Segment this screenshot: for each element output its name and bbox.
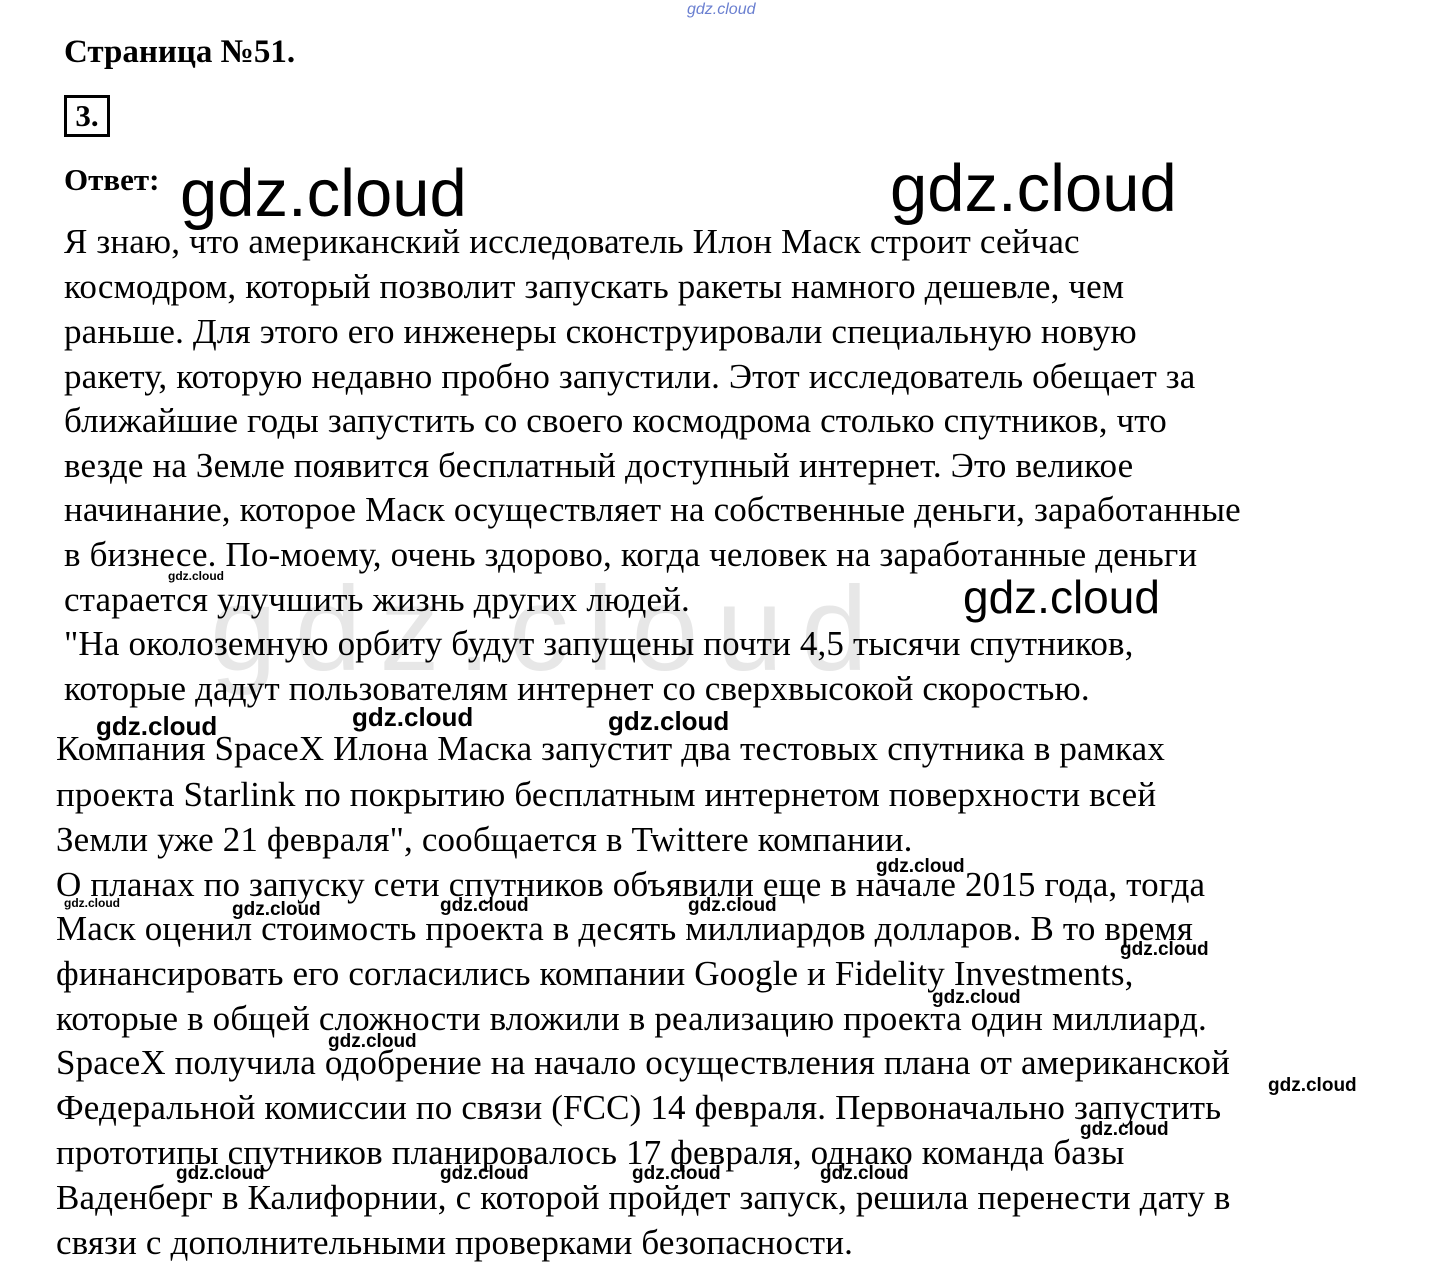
page-title: Страница №51. bbox=[64, 34, 296, 70]
watermark: gdz.cloud bbox=[328, 1031, 417, 1052]
watermark: gdz.cloud bbox=[632, 1163, 721, 1184]
watermark: gdz.cloud bbox=[963, 571, 1160, 623]
watermark: gdz.cloud bbox=[352, 702, 474, 732]
body-line: SpaceX получила одобрение на начало осущ… bbox=[56, 1043, 1231, 1082]
body-line: раньше. Для этого его инженеры сконструи… bbox=[64, 312, 1137, 351]
body-line: ближайшие годы запустить со своего космо… bbox=[64, 401, 1167, 440]
body-line: которые в общей сложности вложили в реал… bbox=[56, 999, 1207, 1038]
body-line: О планах по запуску сети спутников объяв… bbox=[56, 865, 1206, 904]
body-line: Маск оценил стоимость проекта в десять м… bbox=[56, 909, 1193, 948]
watermark: gdz.cloud bbox=[688, 895, 777, 916]
body-line: ракету, которую недавно пробно запустили… bbox=[64, 357, 1196, 396]
body-line: начинание, которое Маск осуществляет на … bbox=[64, 490, 1241, 529]
body-line: везде на Земле появится бесплатный досту… bbox=[64, 446, 1134, 485]
watermark: gdz.cloud bbox=[168, 569, 224, 583]
watermark: gdz.cloud bbox=[1120, 939, 1209, 960]
watermark: gdz.cloud bbox=[440, 895, 529, 916]
body-line: космодром, который позволит запускать ра… bbox=[64, 267, 1125, 306]
body-line: проекта Starlink по покрытию бесплатным … bbox=[56, 775, 1157, 814]
watermark: gdz.cloud bbox=[1268, 1075, 1357, 1096]
watermark: gdz.cloud bbox=[608, 706, 730, 736]
body-line: старается улучшить жизнь других людей. bbox=[64, 580, 690, 619]
watermark: gdz.cloud bbox=[64, 896, 120, 910]
watermark: gdz.cloud bbox=[176, 1163, 265, 1184]
watermark: gdz.cloud bbox=[180, 156, 467, 231]
answer-label: Ответ: bbox=[64, 162, 160, 197]
watermark: gdz.cloud bbox=[1080, 1119, 1169, 1140]
body-line: в бизнесе. По-моему, очень здорово, когд… bbox=[64, 535, 1198, 574]
body-line: Земли уже 21 февраля", сообщается в Twit… bbox=[56, 820, 913, 859]
watermark: gdz.cloud bbox=[232, 899, 321, 920]
watermark: gdz.cloud bbox=[932, 987, 1021, 1008]
site-watermark-top: gdz.cloud bbox=[687, 1, 756, 18]
watermark: gdz.cloud bbox=[96, 711, 218, 741]
watermark: gdz.cloud bbox=[440, 1163, 529, 1184]
task-number-badge: 3. bbox=[64, 95, 110, 137]
body-line: связи с дополнительными проверками безоп… bbox=[56, 1223, 853, 1262]
watermark: gdz.cloud bbox=[876, 856, 965, 877]
body-line: которые дадут пользователям интернет со … bbox=[64, 669, 1090, 708]
watermark: gdz.cloud bbox=[820, 1163, 909, 1184]
body-line: "На околоземную орбиту будут запущены по… bbox=[64, 624, 1134, 663]
watermark: gdz.cloud bbox=[890, 151, 1177, 226]
body-line: Федеральной комиссии по связи (FCC) 14 ф… bbox=[56, 1088, 1222, 1127]
